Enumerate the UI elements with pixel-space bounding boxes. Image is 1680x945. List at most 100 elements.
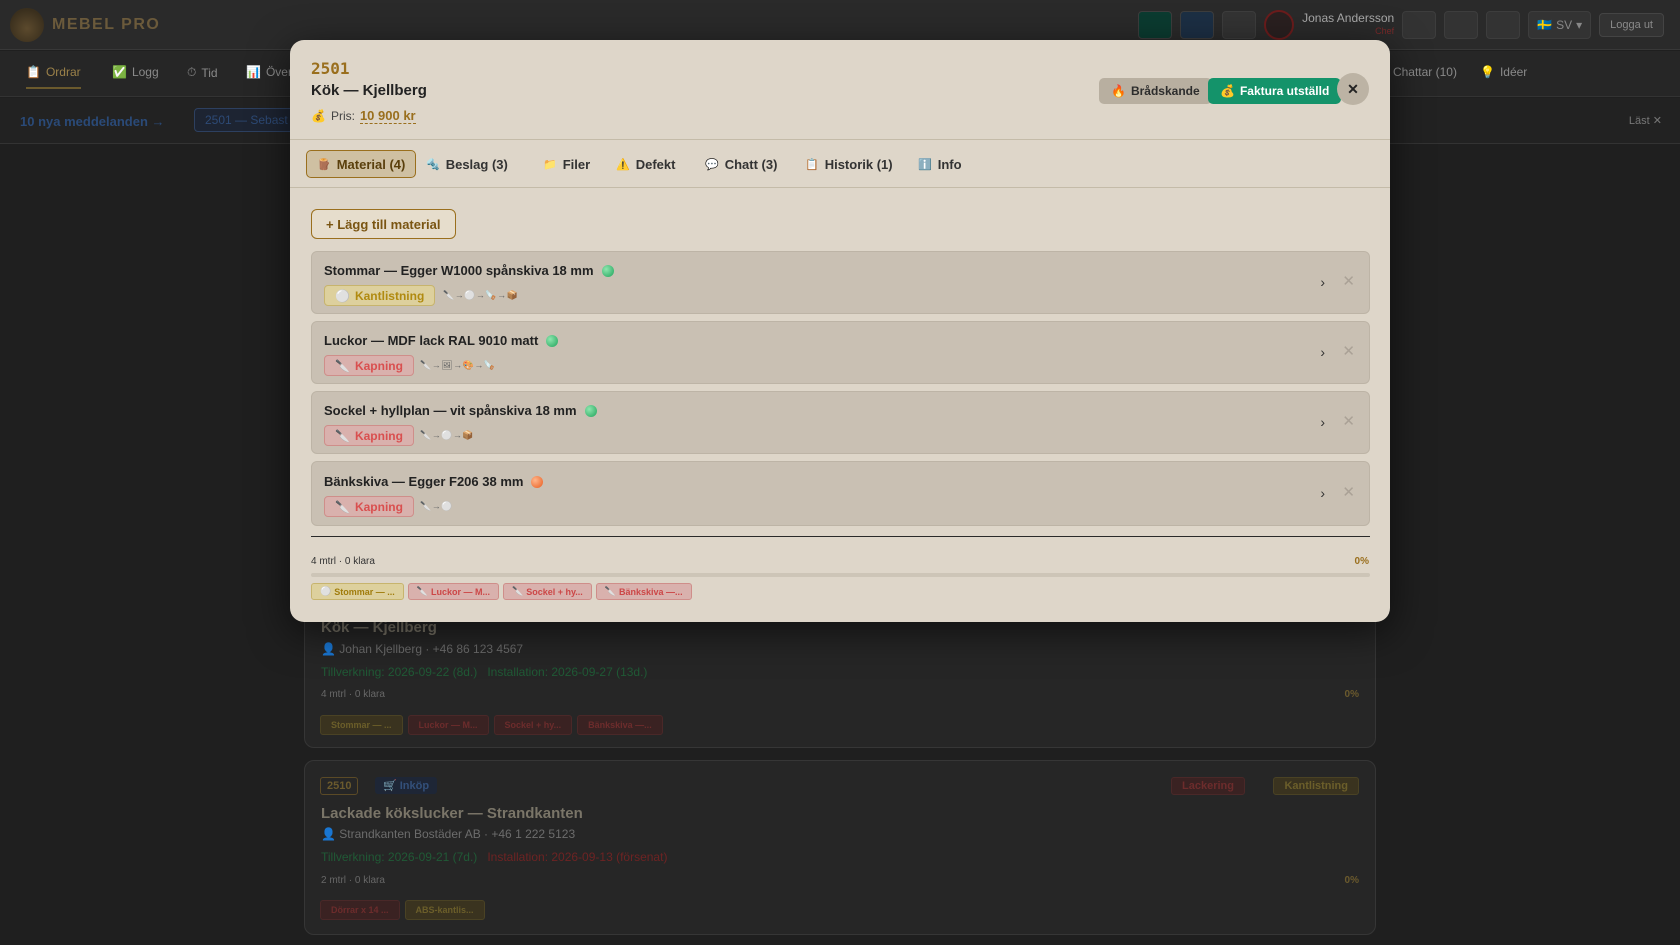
- material-row[interactable]: Sockel + hyllplan — vit spånskiva 18 mm …: [311, 391, 1370, 454]
- material-row[interactable]: Luckor — MDF lack RAL 9010 matt 🔪 Kapning…: [311, 321, 1370, 384]
- info-icon: ℹ️: [918, 158, 932, 171]
- order-card[interactable]: Kök — Kjellberg 👤 Johan Kjellberg · +46 …: [304, 600, 1376, 748]
- logo-text: MEBEL PRO: [52, 16, 161, 33]
- logo-icon: [10, 8, 44, 42]
- chip-label: Sockel + hy...: [526, 586, 583, 597]
- tab-files[interactable]: 📁 Filer: [533, 150, 600, 178]
- new-messages-link[interactable]: 10 nya meddelanden →: [20, 114, 165, 129]
- material-chip[interactable]: ⚪ Stommar — ...: [311, 583, 404, 600]
- material-chip[interactable]: 🔪 Bänkskiva —...: [595, 583, 692, 600]
- chevron-right-icon[interactable]: ›: [1320, 274, 1325, 290]
- material-tag: Stommar — ...: [320, 715, 403, 735]
- tab-chat[interactable]: 💬 Chatt (3): [695, 150, 787, 178]
- orders-icon: 📋: [26, 65, 41, 79]
- contact-text: Strandkanten Bostäder AB · +46 1 222 512…: [339, 827, 576, 841]
- process-flow: 🔪→🖼→🎨→🪚: [420, 360, 496, 370]
- purchase-badge: 🛒 Inköp: [375, 777, 438, 794]
- tab-fittings[interactable]: 🔩 Beslag (3): [416, 150, 518, 178]
- clipboard-icon: 📋: [805, 158, 819, 171]
- mark-read-button[interactable]: Läst ✕: [1629, 114, 1662, 127]
- status-dot-icon: [546, 334, 559, 347]
- urgent-button[interactable]: 🔥 Brådskande: [1099, 78, 1212, 104]
- nav-item-overview[interactable]: 📊 Över: [246, 65, 292, 79]
- nav-item-log[interactable]: ✅ Logg: [112, 65, 159, 79]
- price-value[interactable]: 10 900 kr: [359, 108, 416, 124]
- nav-label: Idéer: [1499, 65, 1528, 79]
- notification-icon[interactable]: [1222, 11, 1257, 39]
- material-tag: Dörrar x 14 ...: [320, 900, 400, 920]
- check-icon: ✅: [112, 65, 127, 79]
- message-pill[interactable]: 2501 — Sebast: [194, 108, 299, 132]
- material-name-wrap: Sockel + hyllplan — vit spånskiva 18 mm: [324, 403, 597, 418]
- divider: [311, 536, 1370, 537]
- delete-icon[interactable]: ✕: [1342, 483, 1355, 501]
- calendar-icon[interactable]: [1180, 11, 1215, 39]
- avatar[interactable]: [1264, 10, 1295, 40]
- chevron-down-icon: ▾: [1576, 18, 1583, 32]
- nav-label: Över: [265, 65, 292, 79]
- material-tag: ABS-kantlis...: [404, 900, 485, 920]
- material-row[interactable]: Bänkskiva — Egger F206 38 mm 🔪 Kapning 🔪→…: [311, 461, 1370, 526]
- tab-info[interactable]: ℹ️ Info: [908, 150, 972, 178]
- order-card[interactable]: 2510 🛒 Inköp Lackering Kantlistning Lack…: [304, 760, 1376, 935]
- nav-label: Chattar (10): [1392, 65, 1457, 79]
- order-progress-pct: 0%: [1344, 689, 1359, 700]
- chevron-right-icon[interactable]: ›: [1320, 344, 1325, 360]
- stage-label: Kapning: [354, 499, 403, 514]
- logo[interactable]: MEBEL PRO: [10, 8, 160, 42]
- chevron-right-icon[interactable]: ›: [1320, 485, 1325, 501]
- chat-icon: 💬: [705, 158, 719, 171]
- tab-defects[interactable]: ⚠️ Defekt: [606, 150, 685, 178]
- add-icon[interactable]: [1138, 11, 1173, 39]
- order-tags: Dörrar x 14 ... ABS-kantlis...: [320, 900, 485, 920]
- order-number: 2510: [320, 777, 359, 795]
- star-icon[interactable]: [1486, 11, 1521, 39]
- contact-text: Johan Kjellberg · +46 86 123 4567: [339, 642, 524, 656]
- stage-label: Kapning: [354, 358, 403, 373]
- person-icon: 👤: [321, 642, 340, 656]
- nav-item-time[interactable]: ⏱ Tid: [187, 65, 218, 80]
- delete-icon[interactable]: ✕: [1342, 272, 1355, 290]
- user-role: Chef: [1375, 26, 1395, 36]
- warning-icon: ⚠️: [616, 158, 630, 171]
- knife-icon: 🔪: [335, 499, 350, 514]
- order-tags: Stommar — ... Luckor — M... Sockel + hy.…: [320, 715, 663, 735]
- tab-material[interactable]: 🪵 Material (4): [306, 150, 417, 178]
- nav-item-orders[interactable]: 📋 Ordrar: [26, 65, 81, 89]
- nav-label: Logg: [131, 65, 159, 79]
- download-icon[interactable]: [1444, 11, 1479, 39]
- stage-tag: ⚪ Kantlistning: [324, 285, 436, 306]
- circle-icon: ⚪: [320, 586, 332, 596]
- delete-icon[interactable]: ✕: [1342, 342, 1355, 360]
- language-select[interactable]: 🇸🇪 SV ▾: [1528, 11, 1592, 39]
- tab-history[interactable]: 📋 Historik (1): [795, 150, 903, 178]
- installation-date: Installation: 2026-09-13 (försenat): [487, 850, 668, 864]
- order-title: Lackade kökslucker — Strandkanten: [321, 805, 583, 822]
- delete-icon[interactable]: ✕: [1342, 412, 1355, 430]
- help-icon[interactable]: [1402, 11, 1437, 39]
- add-material-button[interactable]: + Lägg till material: [311, 209, 456, 239]
- material-row[interactable]: Stommar — Egger W1000 spånskiva 18 mm ⚪ K…: [311, 251, 1370, 314]
- order-price: 💰 Pris: 10 900 kr: [311, 108, 416, 124]
- bolt-icon: 🔩: [426, 158, 440, 171]
- chevron-right-icon[interactable]: ›: [1320, 414, 1325, 430]
- invoice-button[interactable]: 💰 Faktura utställd: [1208, 78, 1342, 104]
- material-name: Bänkskiva — Egger F206 38 mm: [324, 474, 524, 489]
- material-chip[interactable]: 🔪 Luckor — M...: [407, 583, 499, 600]
- invoice-label: Faktura utställd: [1239, 84, 1330, 98]
- material-name-wrap: Bänkskiva — Egger F206 38 mm: [324, 474, 544, 489]
- user-name: Jonas Andersson: [1302, 11, 1395, 25]
- wood-icon: 🪵: [317, 158, 331, 171]
- process-flow: 🔪→⚪→📦: [420, 430, 475, 440]
- progress-bar: [311, 573, 1370, 577]
- order-progress-pct: 0%: [1344, 875, 1359, 886]
- knife-icon: 🔪: [604, 586, 617, 596]
- close-button[interactable]: ✕: [1337, 73, 1369, 105]
- knife-icon: 🔪: [416, 586, 428, 596]
- order-contact: 👤 Johan Kjellberg · +46 86 123 4567: [321, 642, 523, 656]
- logout-button[interactable]: Logga ut: [1599, 13, 1664, 37]
- material-chip[interactable]: 🔪 Sockel + hy...: [502, 583, 592, 600]
- tab-label: Beslag (3): [445, 156, 508, 172]
- stage-tag: 🔪 Kapning: [324, 355, 414, 376]
- nav-item-ideas[interactable]: 💡 Idéer: [1480, 65, 1527, 79]
